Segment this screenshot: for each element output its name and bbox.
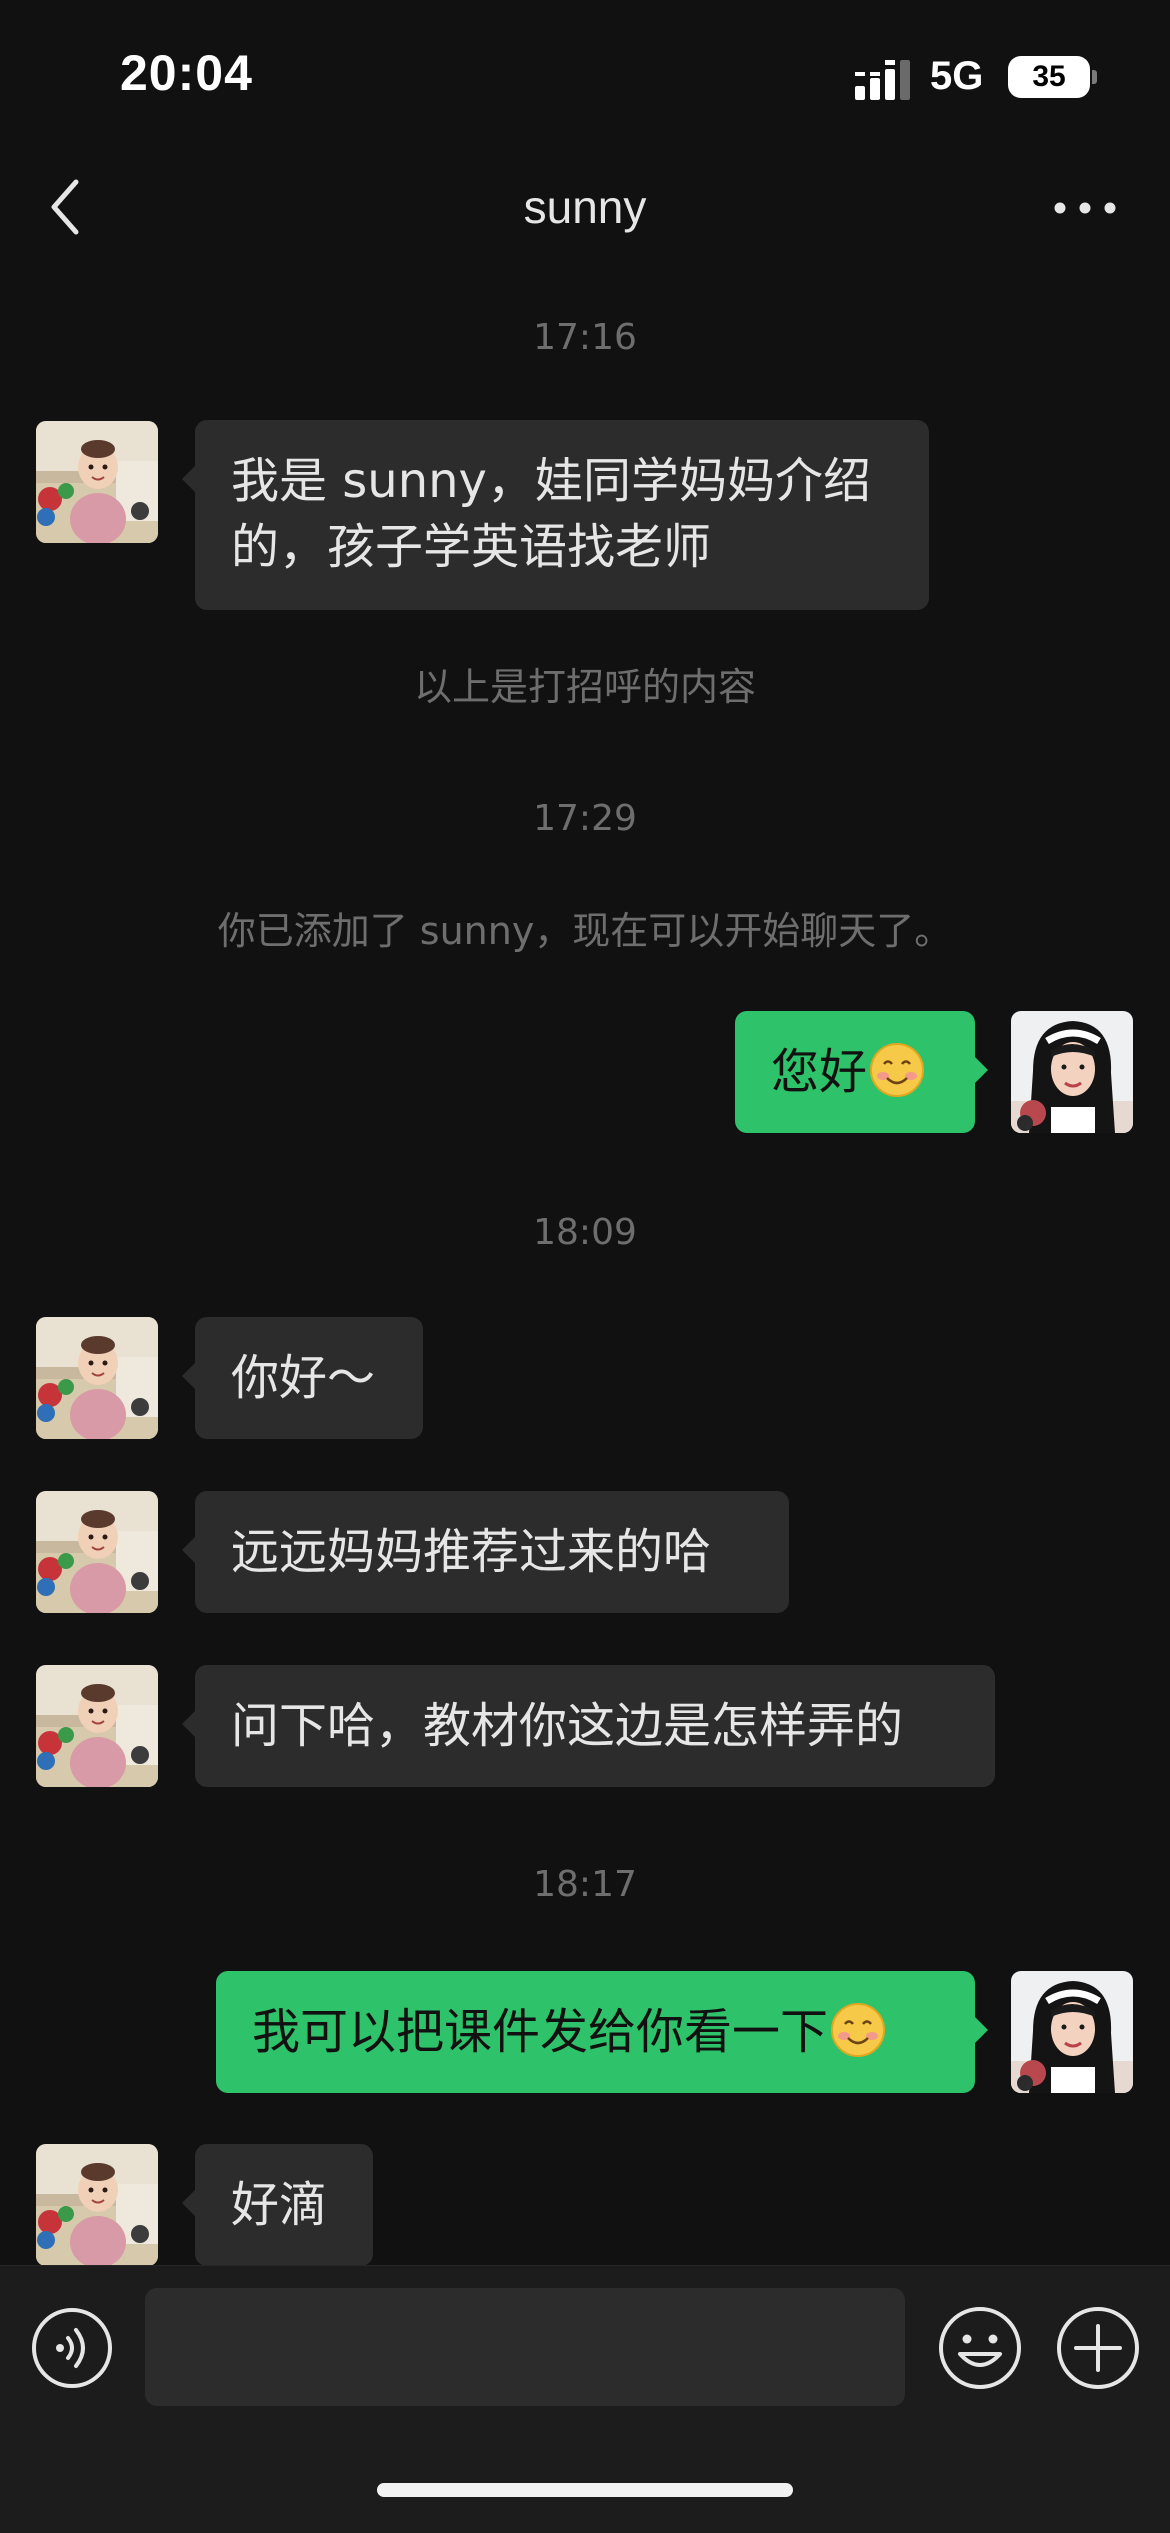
contact-avatar[interactable] bbox=[36, 1665, 158, 1787]
contact-avatar[interactable] bbox=[36, 2144, 158, 2265]
incoming-message[interactable]: 问下哈，教材你这边是怎样弄的 bbox=[182, 1665, 995, 1787]
system-note: 以上是打招呼的内容 bbox=[413, 665, 756, 709]
incoming-message[interactable]: 远远妈妈推荐过来的哈 bbox=[182, 1491, 789, 1613]
my-avatar[interactable] bbox=[1011, 1971, 1133, 2093]
my-avatar[interactable] bbox=[1011, 1011, 1133, 1133]
contact-avatar[interactable] bbox=[36, 1491, 158, 1613]
message-text: 我可以把课件发给你看一下 bbox=[252, 2004, 829, 2060]
incoming-message[interactable]: 好滴 bbox=[182, 2144, 373, 2265]
home-indicator[interactable] bbox=[377, 2483, 793, 2497]
emoji-icon[interactable] bbox=[936, 2304, 1024, 2392]
timestamp: 17:29 bbox=[533, 798, 637, 839]
timestamp: 17:16 bbox=[533, 317, 637, 358]
smile-emoji-icon bbox=[830, 2002, 886, 2058]
incoming-message[interactable]: 我是 sunny，娃同学妈妈介绍 的，孩子学英语找老师 bbox=[182, 420, 929, 610]
status-time: 20:04 bbox=[120, 45, 253, 101]
battery-cap bbox=[1092, 70, 1097, 84]
message-text: 好滴 bbox=[231, 2177, 328, 2233]
more-dots-icon[interactable] bbox=[1050, 190, 1120, 226]
message-text: 远远妈妈推荐过来的哈 bbox=[231, 1524, 712, 1580]
message-input[interactable] bbox=[145, 2288, 905, 2406]
plus-circle-icon[interactable] bbox=[1054, 2304, 1142, 2392]
chat-title: sunny bbox=[523, 181, 647, 233]
chat-header: sunny bbox=[0, 150, 1170, 270]
contact-avatar[interactable] bbox=[36, 1317, 158, 1439]
network-type: 5G bbox=[930, 54, 984, 98]
message-text: 你好～ bbox=[231, 1350, 376, 1406]
smile-emoji-icon bbox=[869, 1042, 925, 1098]
message-text: 您好 bbox=[771, 1044, 868, 1100]
message-list[interactable]: 17:16 我是 sunny，娃同学妈妈介绍 的，孩子学英语找老师 以上是打招呼… bbox=[0, 270, 1170, 2265]
battery-level: 35 bbox=[1008, 56, 1090, 98]
message-text: 的，孩子学英语找老师 bbox=[231, 519, 712, 575]
outgoing-message[interactable]: 我可以把课件发给你看一下 bbox=[216, 1971, 988, 2093]
timestamp: 18:09 bbox=[533, 1212, 637, 1253]
message-text: 我是 sunny，娃同学妈妈介绍 bbox=[231, 453, 871, 509]
voice-icon[interactable] bbox=[30, 2306, 114, 2390]
incoming-message[interactable]: 你好～ bbox=[182, 1317, 423, 1439]
signal-bars-icon bbox=[855, 60, 910, 100]
system-note: 你已添加了 sunny，现在可以开始聊天了。 bbox=[217, 909, 953, 953]
message-text: 问下哈，教材你这边是怎样弄的 bbox=[231, 1698, 904, 1754]
status-bar: 20:04 5G 35 bbox=[0, 0, 1170, 140]
timestamp: 18:17 bbox=[533, 1864, 637, 1905]
contact-avatar[interactable] bbox=[36, 421, 158, 543]
outgoing-message[interactable]: 您好 bbox=[735, 1011, 988, 1133]
